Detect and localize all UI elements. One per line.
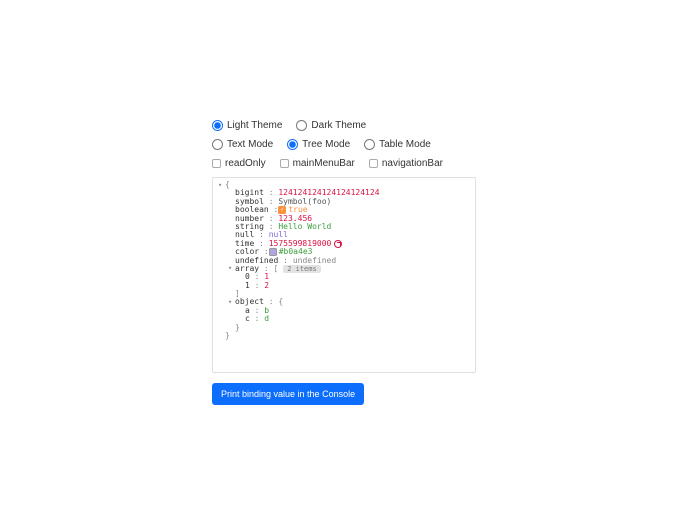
checkbox-box[interactable] xyxy=(280,159,289,168)
checkbox-label: mainMenuBar xyxy=(293,158,355,169)
mode-radio-group: Text Mode Tree Mode Table Mode xyxy=(212,139,688,150)
radio-tree-mode[interactable]: Tree Mode xyxy=(287,139,350,150)
brace-close: } xyxy=(235,324,240,332)
radio-label: Tree Mode xyxy=(302,139,350,150)
checkbox-box[interactable] xyxy=(369,159,378,168)
radio-text-mode[interactable]: Text Mode xyxy=(212,139,273,150)
checkbox-label: readOnly xyxy=(225,158,266,169)
radio-light-theme[interactable]: Light Theme xyxy=(212,120,282,131)
radio-input-light[interactable] xyxy=(212,120,223,131)
checkbox-readonly[interactable]: readOnly xyxy=(212,158,266,169)
json-editor[interactable]: ▾{ bigint : 124124124124124124124 symbol… xyxy=(212,177,476,373)
radio-label: Light Theme xyxy=(227,120,282,131)
app-root: Light Theme Dark Theme Text Mode Tree Mo… xyxy=(0,0,688,512)
radio-input-text[interactable] xyxy=(212,139,223,150)
caret-down-icon[interactable]: ▾ xyxy=(218,182,225,189)
json-value: undefined xyxy=(293,257,336,265)
flags-group: readOnly mainMenuBar navigationBar xyxy=(212,158,688,169)
radio-input-dark[interactable] xyxy=(296,120,307,131)
checkbox-box[interactable] xyxy=(212,159,221,168)
radio-table-mode[interactable]: Table Mode xyxy=(364,139,431,150)
caret-down-icon[interactable]: ▾ xyxy=(228,299,235,306)
checkbox-label: navigationBar xyxy=(382,158,443,169)
radio-input-tree[interactable] xyxy=(287,139,298,150)
tree-row: } xyxy=(218,324,470,332)
radio-label: Text Mode xyxy=(227,139,273,150)
brace-close: } xyxy=(225,332,230,340)
json-value: d xyxy=(264,315,269,323)
print-binding-button[interactable]: Print binding value in the Console xyxy=(212,383,364,405)
brace-open: { xyxy=(225,181,230,189)
radio-dark-theme[interactable]: Dark Theme xyxy=(296,120,366,131)
checkbox-navigationbar[interactable]: navigationBar xyxy=(369,158,443,169)
clock-icon xyxy=(334,240,342,248)
tree-row[interactable]: 1 : 2 xyxy=(218,282,470,290)
tree-row[interactable]: c : d xyxy=(218,315,470,323)
tree-row: } xyxy=(218,332,470,340)
radio-input-table[interactable] xyxy=(364,139,375,150)
radio-label: Table Mode xyxy=(379,139,431,150)
checkbox-mainmenubar[interactable]: mainMenuBar xyxy=(280,158,355,169)
radio-label: Dark Theme xyxy=(311,120,366,131)
caret-down-icon[interactable]: ▾ xyxy=(228,265,235,272)
count-badge: 2 items xyxy=(283,265,321,273)
json-value: 2 xyxy=(264,282,269,290)
theme-radio-group: Light Theme Dark Theme xyxy=(212,120,688,131)
